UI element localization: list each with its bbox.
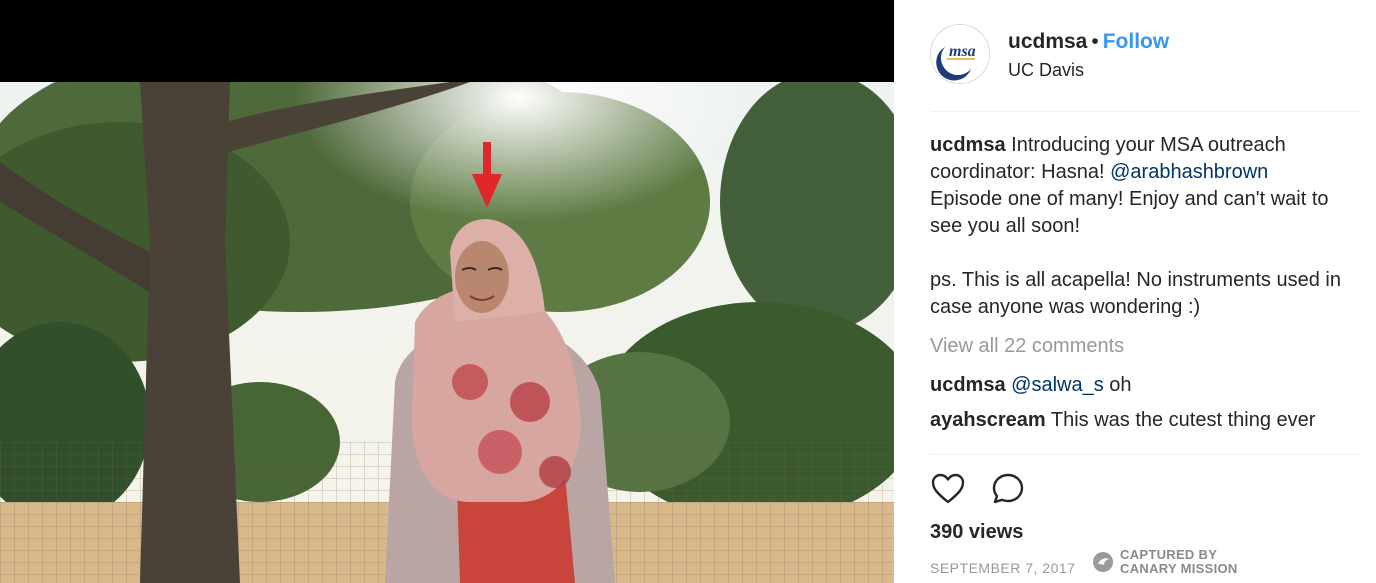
video-frame[interactable] bbox=[0, 82, 894, 583]
view-all-comments-link[interactable]: View all 22 comments bbox=[930, 333, 1350, 360]
comment-item: ayahscream This was the cutest thing eve… bbox=[930, 407, 1350, 434]
canary-logo-icon bbox=[1093, 552, 1113, 572]
msa-logo-icon: msa bbox=[931, 25, 989, 83]
caption-text-after: Episode one of many! Enjoy and can't wai… bbox=[930, 188, 1341, 318]
comment-item: ucdmsa @salwa_s oh bbox=[930, 372, 1350, 399]
header-user-line: ucdmsa • Follow bbox=[1008, 30, 1169, 54]
post-location[interactable]: UC Davis bbox=[1008, 60, 1084, 81]
post-actions: 390 views SEPTEMBER 7, 2017 CAPTURED BY … bbox=[930, 454, 1360, 583]
caption-mention-link[interactable]: @arabhashbrown bbox=[1110, 161, 1268, 183]
post-date[interactable]: SEPTEMBER 7, 2017 bbox=[930, 560, 1075, 576]
caption-username[interactable]: ucdmsa bbox=[930, 134, 1006, 156]
canary-mission-watermark: CAPTURED BY CANARY MISSION bbox=[1092, 548, 1238, 576]
view-count: 390 views bbox=[930, 521, 1024, 543]
comment-bubble-icon bbox=[992, 473, 1024, 504]
post-header: msa ucdmsa • Follow UC Davis bbox=[930, 22, 1360, 112]
like-button[interactable] bbox=[930, 471, 966, 507]
comment-username[interactable]: ucdmsa bbox=[930, 374, 1006, 396]
separator-dot: • bbox=[1091, 30, 1099, 53]
post-details-panel: msa ucdmsa • Follow UC Davis ucdmsa Introd… bbox=[894, 0, 1376, 583]
comment-username[interactable]: ayahscream bbox=[930, 409, 1046, 431]
follow-button[interactable]: Follow bbox=[1103, 30, 1170, 53]
comment-button[interactable] bbox=[990, 471, 1026, 507]
avatar-logo-text: msa bbox=[949, 43, 976, 60]
comment-text: This was the cutest thing ever bbox=[1045, 409, 1316, 431]
video-still-image bbox=[0, 82, 894, 583]
post-author-username[interactable]: ucdmsa bbox=[1008, 30, 1087, 53]
heart-icon bbox=[931, 473, 965, 504]
avatar[interactable]: msa bbox=[930, 24, 990, 84]
comment-text: oh bbox=[1103, 374, 1132, 396]
post-media[interactable] bbox=[0, 0, 894, 583]
comment-mention-link[interactable]: @salwa_s bbox=[1011, 374, 1104, 396]
comments-section: ucdmsa Introducing your MSA outreach coo… bbox=[930, 132, 1350, 454]
post-caption: ucdmsa Introducing your MSA outreach coo… bbox=[930, 132, 1350, 321]
watermark-text: CAPTURED BY CANARY MISSION bbox=[1120, 547, 1238, 576]
